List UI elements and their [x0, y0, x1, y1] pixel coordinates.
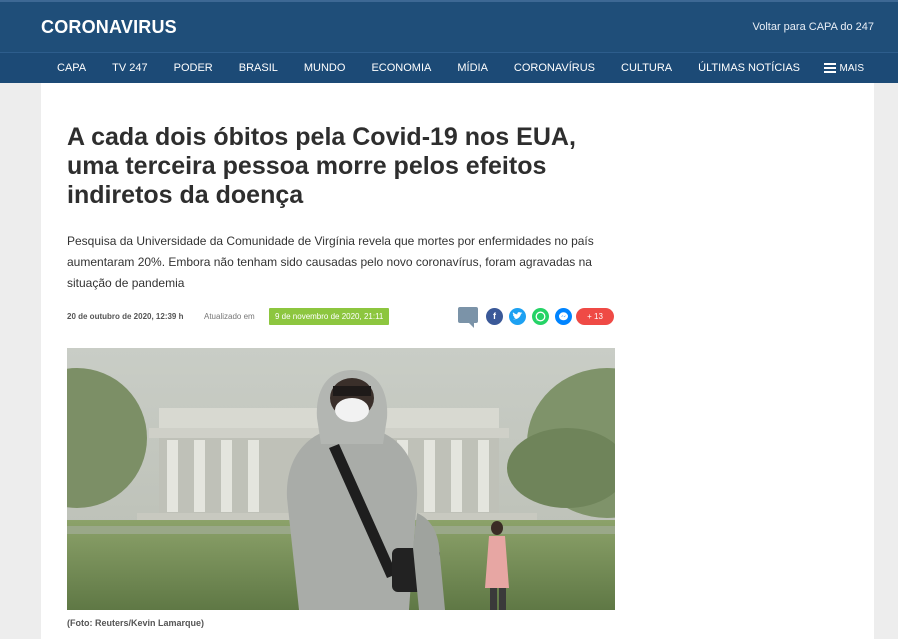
nav-item-mundo[interactable]: MUNDO [304, 62, 346, 74]
nav-list: CAPA TV 247 PODER BRASIL MUNDO ECONOMIA … [44, 53, 813, 83]
menu-icon [823, 61, 836, 75]
more-label: MAIS [839, 62, 864, 74]
main-nav: CAPA TV 247 PODER BRASIL MUNDO ECONOMIA … [0, 52, 898, 83]
article-container: A cada dois óbitos pela Covid-19 nos EUA… [41, 83, 874, 639]
article-photo[interactable] [67, 348, 615, 610]
back-to-home-link[interactable]: Voltar para CAPA do 247 [753, 21, 875, 33]
updated-date-badge: 9 de novembro de 2020, 21:11 [269, 308, 390, 325]
section-title[interactable]: CORONAVIRUS [41, 17, 177, 38]
comment-icon[interactable] [458, 307, 478, 328]
share-count: 13 [594, 312, 603, 321]
messenger-icon[interactable] [555, 308, 572, 325]
article-photo-image [67, 348, 615, 610]
nav-item-coronavirus[interactable]: CORONAVÍRUS [514, 62, 595, 74]
whatsapp-icon[interactable] [532, 308, 549, 325]
share-more-button[interactable]: + 13 [576, 308, 614, 325]
article-meta: 20 de outubro de 2020, 12:39 h Atualizad… [67, 307, 615, 328]
nav-item-economia[interactable]: ECONOMIA [371, 62, 431, 74]
article-headline: A cada dois óbitos pela Covid-19 nos EUA… [67, 123, 576, 209]
nav-item-tv247[interactable]: TV 247 [112, 62, 147, 74]
nav-item-cultura[interactable]: CULTURA [621, 62, 672, 74]
photo-caption: (Foto: Reuters/Kevin Lamarque) [67, 618, 205, 628]
nav-item-ultimas-noticias[interactable]: ÚLTIMAS NOTÍCIAS [698, 62, 800, 74]
twitter-icon[interactable] [509, 308, 526, 325]
updated-label: Atualizado em [204, 312, 255, 321]
top-header: CORONAVIRUS Voltar para CAPA do 247 [0, 0, 898, 52]
nav-item-poder[interactable]: PODER [174, 62, 213, 74]
article-lead: Pesquisa da Universidade da Comunidade d… [67, 234, 594, 290]
facebook-icon[interactable]: f [486, 308, 503, 325]
nav-item-midia[interactable]: MÍDIA [457, 62, 488, 74]
more-menu-button[interactable]: MAIS [823, 53, 864, 83]
nav-item-capa[interactable]: CAPA [57, 62, 86, 74]
nav-item-brasil[interactable]: BRASIL [239, 62, 278, 74]
published-date: 20 de outubro de 2020, 12:39 h [67, 312, 184, 321]
